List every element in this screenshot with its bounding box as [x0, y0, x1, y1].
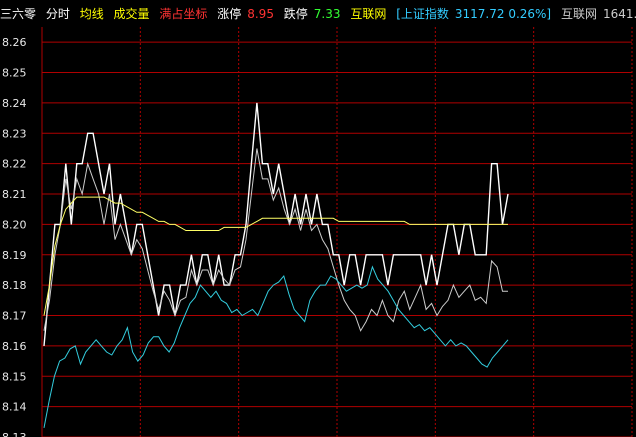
- y-tick-label: 8.13: [2, 431, 27, 437]
- y-tick-label: 8.19: [2, 249, 27, 262]
- price-chart: 8.26 8.25 8.24 8.23 8.22 8.21 8.20 8.19 8.18 8.17…: [2, 27, 633, 437]
- y-tick-label: 8.17: [2, 310, 27, 323]
- y-tick-label: 8.20: [2, 218, 27, 231]
- y-tick-label: 8.14: [2, 401, 27, 414]
- y-tick-label: 8.23: [2, 127, 27, 140]
- y-tick-label: 8.18: [2, 279, 27, 292]
- y-tick-label: 8.25: [2, 67, 27, 80]
- y-tick-label: 8.16: [2, 340, 27, 353]
- y-tick-label: 8.26: [2, 36, 27, 49]
- y-tick-label: 8.22: [2, 158, 27, 171]
- series-line-3: [43, 265, 509, 428]
- y-tick-label: 8.21: [2, 188, 27, 201]
- y-tick-label: 8.24: [2, 97, 27, 110]
- y-tick-label: 8.15: [2, 370, 27, 383]
